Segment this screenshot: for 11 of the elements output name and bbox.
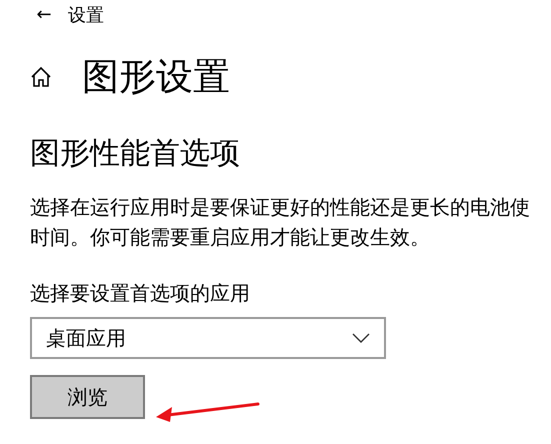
- description-text: 时间。你可能需要重启应用才能让更改生效。: [30, 225, 431, 251]
- back-button[interactable]: ←: [20, 3, 68, 27]
- page-title: 图形设置: [82, 58, 230, 95]
- browse-button[interactable]: 浏览: [30, 375, 145, 419]
- chevron-down-icon: [352, 333, 370, 343]
- home-icon[interactable]: [30, 66, 52, 88]
- section-heading: 图形性能首选项: [30, 139, 241, 169]
- app-dropdown[interactable]: 桌面应用: [30, 317, 386, 359]
- field-label: 选择要设置首选项的应用: [30, 283, 251, 303]
- description-text: 选择在运行应用时是要保证更好的性能还是更长的电池使: [30, 195, 531, 221]
- window-title: 设置: [68, 4, 104, 28]
